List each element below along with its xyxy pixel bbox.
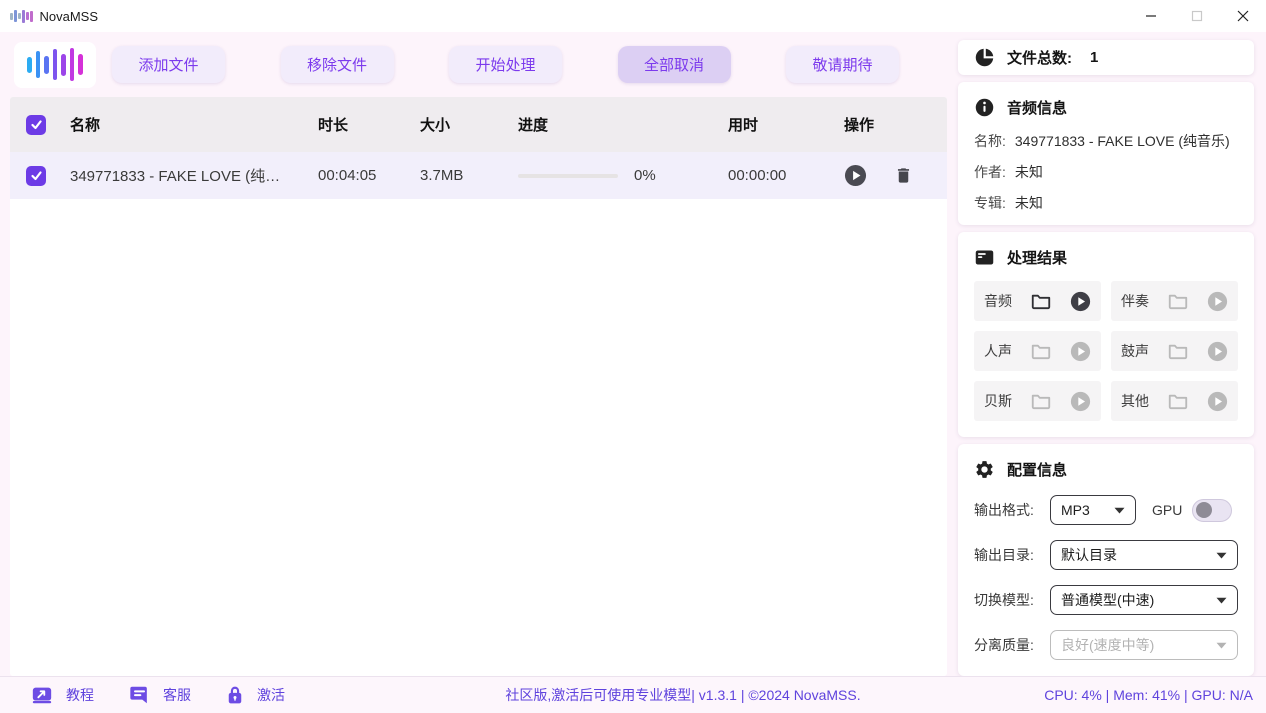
chevron-down-icon (1216, 642, 1227, 649)
bass-play-button (1070, 391, 1091, 412)
cell-size: 3.7MB (420, 167, 518, 184)
header-elapsed: 用时 (728, 114, 828, 135)
chevron-down-icon (1216, 597, 1227, 604)
chevron-down-icon (1114, 507, 1125, 514)
row-checkbox[interactable] (26, 166, 46, 186)
titlebar: NovaMSS (0, 0, 1266, 32)
audio-info-name-row: 名称: 349771833 - FAKE LOVE (纯音乐) (974, 133, 1238, 149)
output-dir-label: 输出目录: (974, 545, 1050, 565)
result-item-drums: 鼓声 (1111, 331, 1238, 371)
config-card: 配置信息 输出格式: MP3 GPU 输出目录: 默认目录 (958, 444, 1254, 676)
quality-select-label: 分离质量: (974, 635, 1050, 655)
system-stats-text: CPU: 4% | Mem: 41% | GPU: N/A (1016, 687, 1266, 703)
chevron-down-icon (1216, 552, 1227, 559)
file-count-value: 1 (1090, 49, 1098, 66)
progress-bar (518, 174, 618, 178)
app-window: NovaMSS 添加文件 移除文件 (0, 0, 1266, 713)
file-count-label: 文件总数: (1007, 47, 1072, 68)
output-format-label: 输出格式: (974, 500, 1050, 520)
table-header-row: 名称 时长 大小 进度 用时 操作 (10, 97, 947, 152)
activate-link[interactable]: 激活 (225, 684, 285, 706)
vocals-folder-button (1029, 340, 1053, 362)
header-name: 名称 (70, 114, 318, 135)
select-all-checkbox[interactable] (26, 115, 46, 135)
audio-play-button[interactable] (1070, 291, 1091, 312)
result-item-other: 其他 (1111, 381, 1238, 421)
statusbar: 教程 客服 激活 社区版,激活后可使用专业模型| v1.3.1 | ©2024 … (0, 676, 1266, 713)
coming-soon-button[interactable]: 敬请期待 (786, 46, 899, 83)
edition-version-text: 社区版,激活后可使用专业模型| v1.3.1 | ©2024 NovaMSS. (350, 685, 1016, 705)
accompaniment-folder-button (1166, 290, 1190, 312)
cell-file-name: 349771833 - FAKE LOVE (纯音乐) (70, 165, 318, 186)
audio-info-title: 音频信息 (1007, 97, 1067, 118)
quality-select: 良好(速度中等) (1050, 630, 1238, 660)
results-card: 处理结果 音频 伴奏 (958, 232, 1254, 437)
tutorial-link[interactable]: 教程 (30, 684, 94, 706)
audio-info-album-row: 专辑: 未知 (974, 195, 1238, 211)
gpu-toggle[interactable] (1192, 499, 1232, 522)
tutorial-arrow-icon (30, 684, 54, 706)
maximize-button[interactable] (1174, 0, 1220, 32)
header-size: 大小 (420, 114, 518, 135)
app-title: NovaMSS (40, 9, 99, 24)
close-button[interactable] (1220, 0, 1266, 32)
model-select[interactable]: 普通模型(中速) (1050, 585, 1238, 615)
info-icon (974, 97, 995, 118)
sidebar: 文件总数: 1 音频信息 名称: 349771833 - FAKE LOVE (… (958, 32, 1254, 676)
support-link[interactable]: 客服 (128, 684, 191, 706)
accompaniment-play-button (1207, 291, 1228, 312)
vocals-play-button (1070, 341, 1091, 362)
app-logo-icon (10, 8, 33, 24)
lock-activate-icon (225, 684, 245, 706)
result-item-bass: 贝斯 (974, 381, 1101, 421)
table-row[interactable]: 349771833 - FAKE LOVE (纯音乐) 00:04:05 3.7… (10, 152, 947, 199)
audio-info-artist-row: 作者: 未知 (974, 164, 1238, 180)
cell-elapsed: 00:00:00 (728, 167, 828, 184)
results-title: 处理结果 (1007, 247, 1067, 268)
audio-info-card: 音频信息 名称: 349771833 - FAKE LOVE (纯音乐) 作者:… (958, 82, 1254, 225)
bass-folder-button (1029, 390, 1053, 412)
row-play-button[interactable] (844, 164, 867, 187)
cancel-all-button[interactable]: 全部取消 (618, 46, 731, 83)
other-play-button (1207, 391, 1228, 412)
file-count-card: 文件总数: 1 (958, 40, 1254, 75)
config-title: 配置信息 (1007, 459, 1067, 480)
progress-label: 0% (634, 167, 656, 184)
result-item-vocals: 人声 (974, 331, 1101, 371)
drums-folder-button (1166, 340, 1190, 362)
results-card-icon (974, 247, 995, 268)
file-table: 名称 时长 大小 进度 用时 操作 349771833 - FAKE LOVE … (10, 97, 947, 676)
audio-folder-button[interactable] (1029, 290, 1053, 312)
cell-duration: 00:04:05 (318, 167, 420, 184)
toolbar: 添加文件 移除文件 开始处理 全部取消 敬请期待 (0, 32, 958, 97)
model-select-label: 切换模型: (974, 590, 1050, 610)
header-progress: 进度 (518, 114, 728, 135)
other-folder-button (1166, 390, 1190, 412)
row-delete-button[interactable] (894, 165, 913, 186)
gear-icon (974, 459, 995, 480)
output-format-select[interactable]: MP3 (1050, 495, 1136, 525)
header-duration: 时长 (318, 114, 420, 135)
pie-chart-icon (974, 47, 995, 68)
start-processing-button[interactable]: 开始处理 (449, 46, 562, 83)
chat-support-icon (128, 684, 151, 706)
add-files-button[interactable]: 添加文件 (112, 46, 225, 83)
output-dir-select[interactable]: 默认目录 (1050, 540, 1238, 570)
header-actions: 操作 (828, 114, 947, 135)
minimize-button[interactable] (1128, 0, 1174, 32)
gpu-label: GPU (1152, 502, 1182, 518)
result-item-audio: 音频 (974, 281, 1101, 321)
remove-files-button[interactable]: 移除文件 (281, 46, 394, 83)
waveform-logo-icon (14, 42, 96, 88)
result-item-accompaniment: 伴奏 (1111, 281, 1238, 321)
drums-play-button (1207, 341, 1228, 362)
